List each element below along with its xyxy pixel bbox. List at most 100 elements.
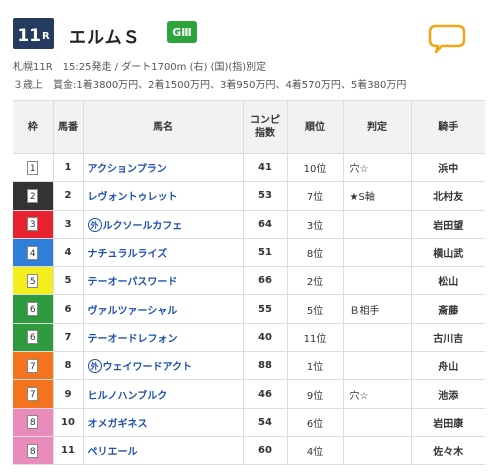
entry-table: 枠 馬番 馬名 コンピ 指数 順位 判定 騎手 1 1 アクションプラン 41 10位穴… [13, 100, 485, 466]
jockey-cell: 舟山 [410, 351, 485, 381]
horse-name-cell[interactable]: ナチュラルライズ [82, 238, 243, 268]
horse-name-cell[interactable]: ヒルノハンブルク [82, 379, 243, 409]
waku-cell: 8 [13, 436, 53, 466]
umaban-cell: 1 [52, 153, 83, 183]
table-header-row: 枠 馬番 馬名 コンピ 指数 順位 判定 騎手 [13, 100, 485, 154]
horse-name-cell[interactable]: 外ウェイワードアクト [82, 351, 243, 381]
rank-cell: 9位 [286, 379, 343, 409]
compi-index-cell: 53 [242, 181, 287, 211]
compi-index-cell: 51 [242, 238, 287, 268]
race-header: 11 R エルムＳ GⅢ [13, 15, 483, 49]
compi-index-cell: 64 [242, 210, 287, 239]
umaban-cell: 2 [52, 181, 83, 211]
header-jockey: 騎手 [410, 100, 485, 154]
horse-name-link[interactable]: レヴォントゥレット [88, 192, 178, 203]
rank-cell: 5位 [286, 294, 343, 324]
header-waku: 枠 [13, 100, 53, 154]
horse-name-cell[interactable]: アクションプラン [82, 153, 243, 183]
horse-name-link[interactable]: テーオードレフォン [88, 334, 178, 345]
umaban-cell: 6 [52, 294, 83, 324]
judge-cell [342, 436, 411, 466]
jockey-cell: 岩田康 [410, 408, 485, 437]
foreign-bred-badge: 外 [87, 359, 102, 374]
judge-cell [342, 210, 411, 239]
horse-name-link[interactable]: ペリエール [88, 447, 138, 458]
race-conditions: 札幌11R 15:25発走 / ダート1700m (右) (国)(指)別定 [13, 62, 267, 73]
horse-name-link[interactable]: オメガギネス [88, 419, 148, 430]
umaban-cell: 8 [52, 351, 83, 381]
jockey-cell: 松山 [410, 266, 485, 296]
waku-cell: 5 [13, 266, 53, 296]
waku-number: 6 [27, 330, 39, 345]
grade-badge: GⅢ [167, 21, 197, 43]
header-umaban: 馬番 [52, 100, 83, 154]
waku-cell: 1 [13, 153, 53, 183]
horse-name-link[interactable]: ナチュラルライズ [88, 249, 168, 260]
compi-index-cell: 66 [242, 266, 287, 296]
table-row: 6 6 ヴァルツァーシャル 55 5位 Ｂ相手 斎藤 [13, 294, 485, 324]
umaban-cell: 10 [52, 408, 83, 437]
umaban-cell: 9 [52, 379, 83, 409]
waku-number: 8 [27, 443, 39, 458]
rank-cell: 3位 [286, 210, 343, 239]
rank-cell: 1位 [286, 351, 343, 381]
jockey-cell: 古川吉 [410, 323, 485, 353]
umaban-cell: 11 [52, 436, 83, 466]
header-rank: 順位 [286, 100, 343, 154]
table-row: 2 2 レヴォントゥレット 53 7位 ★S軸 北村友 [13, 181, 485, 211]
rank-cell: 7位 [286, 181, 343, 211]
umaban-cell: 3 [52, 210, 83, 239]
waku-cell: 6 [13, 294, 53, 324]
horse-name-link[interactable]: アクションプラン [88, 164, 167, 175]
horse-name-cell[interactable]: テーオードレフォン [82, 323, 243, 353]
judge-cell: Ｂ相手 [342, 294, 411, 324]
horse-name-link[interactable]: テーオーパスワード [88, 277, 178, 288]
rank-cell: 6位 [286, 408, 343, 437]
waku-number: 6 [27, 302, 39, 317]
compi-index-cell: 60 [242, 436, 287, 466]
horse-name-link[interactable]: ヒルノハンブルク [88, 391, 168, 402]
rank-cell: 2位 [286, 266, 343, 296]
horse-name-link[interactable]: ルクソールカフェ [103, 221, 183, 232]
waku-number: 3 [27, 217, 39, 232]
table-row: 4 4 ナチュラルライズ 51 8位 横山武 [13, 238, 485, 268]
horse-name-cell[interactable]: オメガギネス [82, 408, 243, 437]
horse-name-cell[interactable]: テーオーパスワード [82, 266, 243, 296]
waku-cell: 6 [13, 323, 53, 353]
waku-number: 7 [27, 358, 39, 373]
header-index: コンピ 指数 [242, 100, 287, 154]
horse-name-link[interactable]: ウェイワードアクト [103, 362, 193, 373]
waku-cell: 7 [13, 351, 53, 381]
compi-index-cell: 55 [242, 294, 287, 324]
waku-number: 5 [27, 273, 39, 288]
horse-name-cell[interactable]: レヴォントゥレット [82, 181, 243, 211]
horse-name-cell[interactable]: ペリエール [82, 436, 243, 466]
header-judge: 判定 [342, 100, 411, 154]
judge-cell: 穴☆ [342, 379, 411, 409]
rank-cell: 4位 [286, 436, 343, 466]
umaban-cell: 4 [52, 238, 83, 268]
jockey-cell: 北村友 [410, 181, 485, 211]
judge-cell [342, 238, 411, 268]
horse-name-cell[interactable]: ヴァルツァーシャル [82, 294, 243, 324]
judge-cell: 穴☆ [342, 153, 411, 183]
jockey-cell: 横山武 [410, 238, 485, 268]
waku-cell: 7 [13, 379, 53, 409]
table-row: 7 8 外ウェイワードアクト 88 1位 舟山 [13, 351, 485, 381]
judge-cell [342, 266, 411, 296]
table-row: 1 1 アクションプラン 41 10位 穴☆ 浜中 [13, 153, 485, 183]
jockey-cell: 佐々木 [410, 436, 485, 466]
horse-name-link[interactable]: ヴァルツァーシャル [88, 306, 178, 317]
foreign-bred-badge: 外 [87, 217, 102, 232]
waku-number: 2 [27, 188, 39, 203]
race-number-badge: 11 R [13, 18, 54, 49]
race-name[interactable]: エルムＳ [69, 23, 141, 48]
jockey-cell: 池添 [410, 379, 485, 409]
horse-name-cell[interactable]: 外ルクソールカフェ [82, 210, 243, 239]
table-row: 8 10 オメガギネス 54 6位 岩田康 [13, 408, 485, 437]
compi-index-cell: 40 [242, 323, 287, 353]
table-row: 7 9 ヒルノハンブルク 46 9位 穴☆ 池添 [13, 379, 485, 409]
speech-bubble-icon[interactable] [428, 22, 466, 54]
table-row: 5 5 テーオーパスワード 66 2位 松山 [13, 266, 485, 296]
race-card: 11 R エルムＳ GⅢ 札幌11R 15:25発走 / ダート1700m (右… [0, 0, 500, 473]
